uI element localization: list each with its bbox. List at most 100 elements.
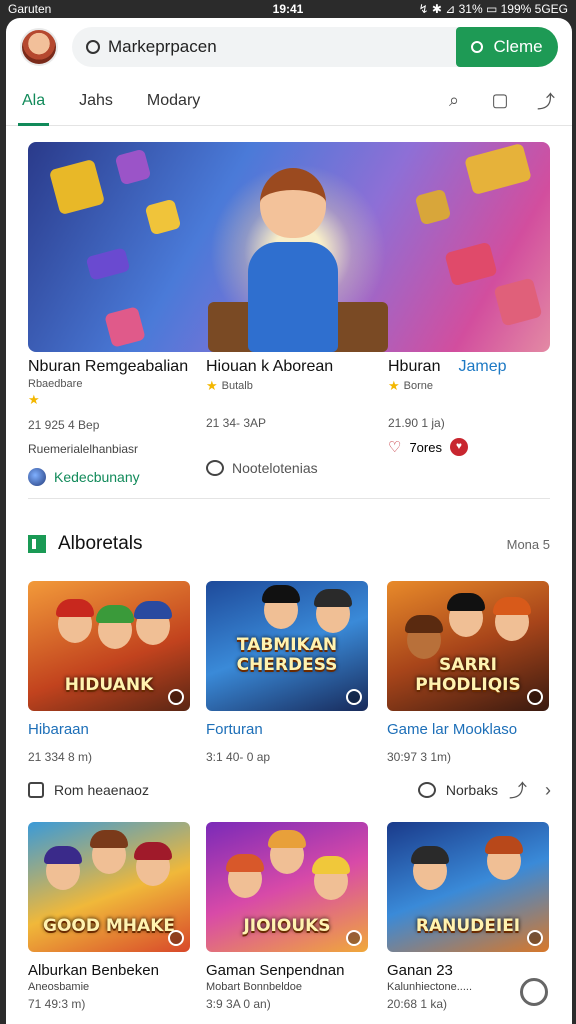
featured-item[interactable]: Hburan Jamep ★ Borne 21.90 1 ja) ♡ 7ores ♥ (388, 358, 568, 456)
item-meta: 21 925 4 Bep (28, 418, 100, 432)
game-art-title: HIDUANK (64, 675, 154, 695)
play-icon[interactable] (168, 689, 184, 705)
bookmark-icon[interactable]: ▢ (490, 90, 510, 111)
search-icon (471, 41, 484, 53)
play-icon[interactable] (527, 930, 543, 946)
refresh-icon[interactable] (520, 978, 548, 1006)
app-window: Markeprpacen Clemе Ala Jahs Modary ⌕ ▢ ⤴ (6, 18, 572, 1024)
decor-cube (444, 241, 498, 287)
decor-cube (464, 142, 532, 196)
game-subtitle: Mobart Bonnbeldoe (206, 981, 303, 993)
author-avatar (28, 468, 46, 486)
featured-item[interactable]: Nburan Remgeabalian Rbaedbare ★ 21 925 4… (28, 358, 208, 486)
search-button[interactable]: Clemе (456, 27, 558, 67)
game-title: Forturan (206, 721, 263, 738)
comments-label[interactable]: Nootelotenias (232, 460, 318, 476)
heart-icon[interactable]: ♡ (388, 438, 401, 456)
decor-cube (85, 247, 131, 281)
search-bar[interactable]: Markeprpacen Clemе (72, 27, 558, 67)
carrier-label: Garuten (8, 2, 52, 16)
play-icon[interactable] (346, 689, 362, 705)
tab-modary[interactable]: Modary (147, 76, 200, 126)
play-icon[interactable] (168, 930, 184, 946)
game-title: Alburkan Benbeken (28, 962, 159, 979)
game-card[interactable]: GOOD MHAKE Alburkan Benbeken Aneosbamie … (28, 822, 190, 1011)
star-icon: ★ (28, 392, 40, 407)
game-art-title: RANUDEIEI (415, 916, 521, 936)
tab-all[interactable]: Ala (17, 76, 50, 126)
item-meta: 21 34- 3AP (206, 416, 267, 430)
search-icon (86, 40, 100, 54)
play-icon[interactable] (346, 930, 362, 946)
item-title: Nburan Remgeabalian (28, 358, 189, 375)
edit-icon (28, 782, 44, 798)
search-button-label: Clemе (493, 37, 543, 56)
decor-cube (48, 158, 106, 216)
item-meta: 21.90 1 ja) (388, 416, 445, 430)
game-meta: 21 334 8 m) (28, 750, 93, 764)
game-card[interactable]: SARRI PHODLIQIS Game lar Mooklaso 30:97 … (387, 581, 549, 764)
game-art-title: GOOD MHAKE (43, 916, 175, 936)
tab-jahs[interactable]: Jahs (79, 76, 113, 126)
see-more-link[interactable]: Mona 5 (507, 537, 550, 552)
section-icon (28, 535, 46, 553)
decor-cube (114, 148, 152, 186)
item-link[interactable]: Jamep (458, 358, 506, 375)
item-subtitle: Butalb (221, 380, 253, 392)
tab-bar: Ala Jahs Modary ⌕ ▢ ⤴ (6, 76, 572, 126)
status-icons: ↯ ✱ ⊿ 31% ▭ 199% 5GEG (418, 2, 568, 16)
hero-character (238, 162, 348, 352)
search-icon[interactable]: ⌕ (444, 90, 464, 111)
game-thumbnail: RANUDEIEI (387, 822, 549, 952)
like-badge-icon: ♥ (449, 438, 468, 456)
game-thumbnail: HIDUANK (28, 581, 190, 711)
game-thumbnail: GOOD MHAKE (28, 822, 190, 952)
featured-banner[interactable] (28, 142, 550, 352)
item-tags: Ruemerialelhanbiasr (28, 442, 139, 456)
item-subtitle: Rbaedbare (28, 378, 83, 390)
game-meta: 3:9 3A 0 an) (206, 997, 271, 1011)
divider (28, 498, 550, 499)
share-icon[interactable]: ⤴ (536, 91, 556, 112)
game-thumbnail: JIOIOUKS (206, 822, 368, 952)
game-art-title: TABMIKAN CHERDESS (236, 635, 338, 675)
game-thumbnail: SARRI PHODLIQIS (387, 581, 549, 711)
game-title: Gaman Senpendnan (206, 962, 345, 979)
play-icon[interactable] (527, 689, 543, 705)
avatar[interactable] (20, 28, 58, 66)
game-title: Hibaraan (28, 721, 89, 738)
star-icon: ★ (206, 378, 218, 393)
game-card[interactable]: JIOIOUKS Gaman Senpendnan Mobart Bonnbel… (206, 822, 368, 1011)
author-name[interactable]: Kedecbunany (54, 469, 140, 485)
edit-action-label: Rom heaenaoz (54, 782, 149, 798)
game-subtitle: Aneosbamie (28, 981, 90, 993)
game-thumbnail: TABMIKAN CHERDESS (206, 581, 368, 711)
game-meta: 30:97 3 1m) (387, 750, 452, 764)
game-art-title: SARRI PHODLIQIS (415, 655, 521, 695)
game-card[interactable]: HIDUANK Hibaraan 21 334 8 m) (28, 581, 190, 764)
edit-action[interactable]: Rom heaenaoz (28, 782, 149, 798)
section-title: Alboretals (58, 533, 143, 554)
top-bar: Markeprpacen Clemе (6, 18, 572, 76)
likes-label: 7ores (409, 439, 442, 455)
section-header: Alboretals Mona 5 (28, 530, 550, 558)
card-actions: Rom heaenaoz Norbaks ⤴ › (28, 778, 558, 802)
game-art-title: JIOIOUKS (243, 916, 331, 936)
game-title: Game lar Mooklaso (387, 721, 518, 738)
game-card[interactable]: TABMIKAN CHERDESS Forturan 3:1 40- 0 ap (206, 581, 368, 764)
game-meta: 71 49:3 m) (28, 997, 86, 1011)
status-bar: Garuten 19:41 ↯ ✱ ⊿ 31% ▭ 199% 5GEG (0, 0, 576, 18)
comments-action-label[interactable]: Norbaks (446, 782, 498, 798)
comment-icon (206, 460, 224, 476)
game-meta: 3:1 40- 0 ap (206, 750, 271, 764)
decor-cube (104, 306, 146, 348)
star-icon: ★ (388, 378, 400, 393)
comment-icon[interactable] (417, 782, 436, 798)
search-input[interactable]: Markeprpacen (108, 37, 448, 57)
chevron-right-icon[interactable]: › (538, 780, 558, 800)
share-icon[interactable]: ⤴ (508, 780, 528, 801)
decor-cube (414, 188, 452, 226)
item-title: Hburan (388, 358, 441, 375)
featured-item[interactable]: Hiouan k Aborean ★ Butalb 21 34- 3AP Noot… (206, 358, 386, 476)
game-title: Ganan 23 (387, 962, 453, 979)
